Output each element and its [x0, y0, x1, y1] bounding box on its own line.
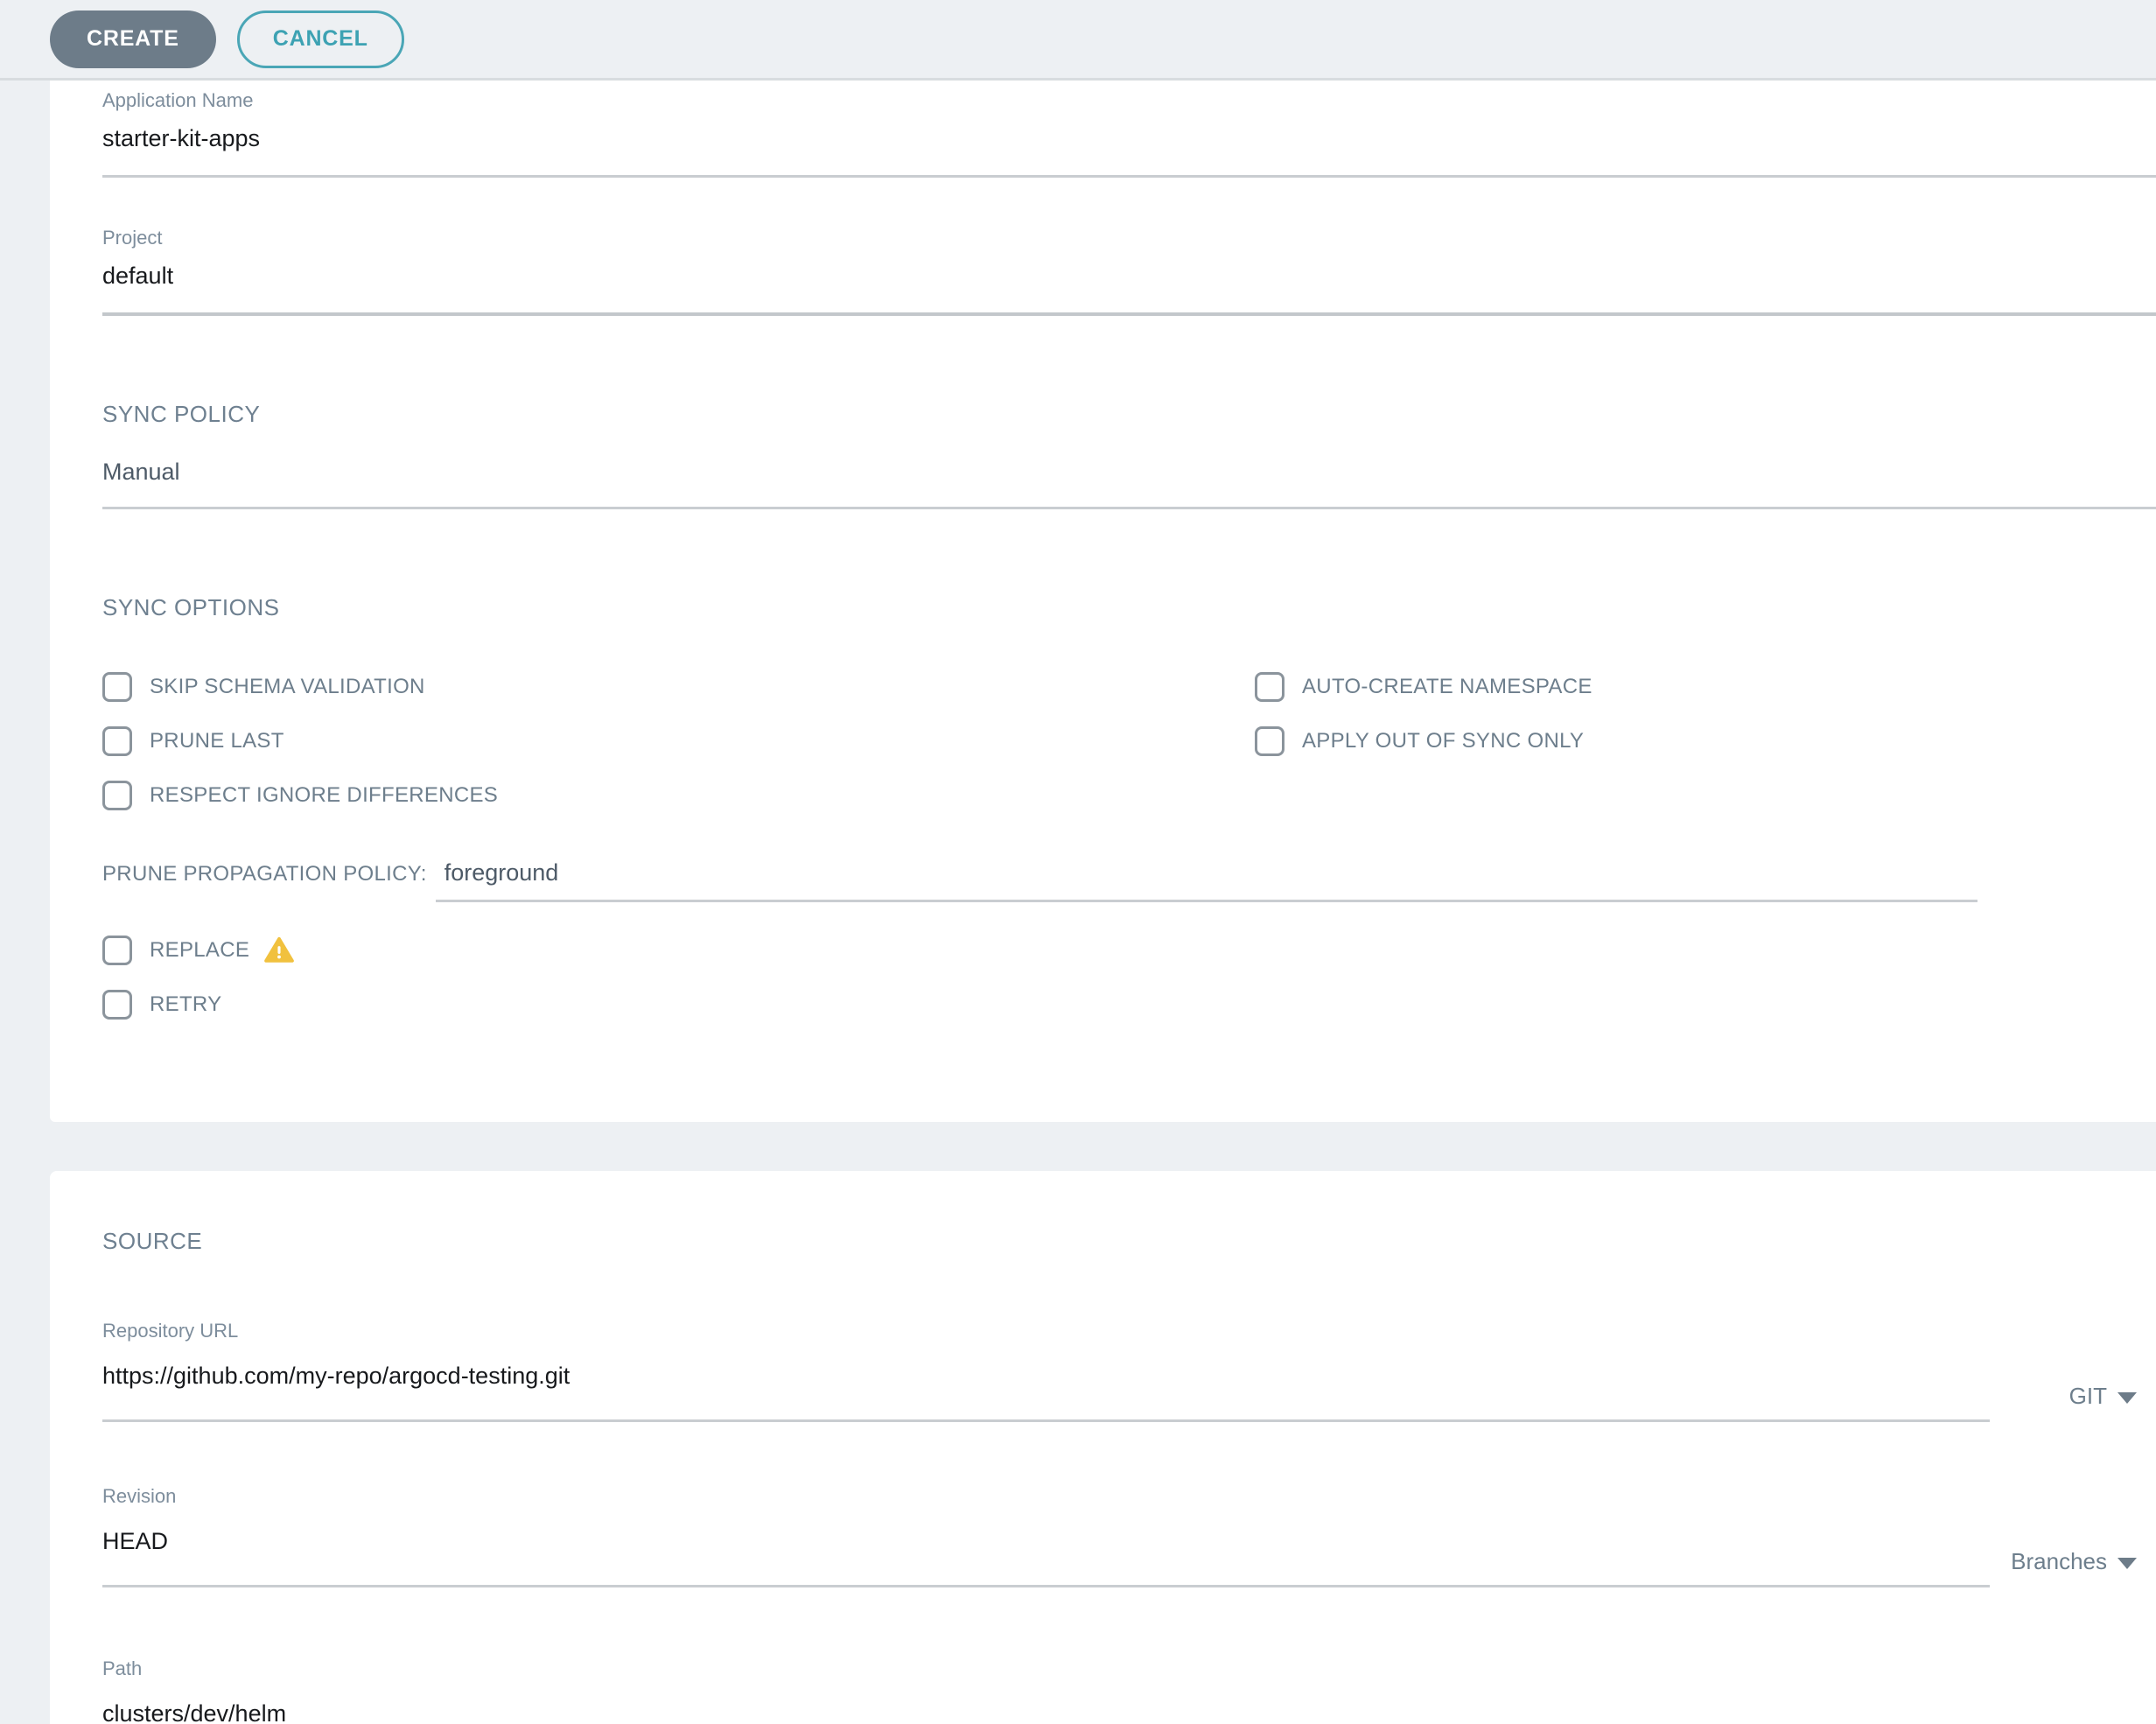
prune-propagation-policy-select[interactable]: foreground: [436, 859, 1978, 902]
revision-type-selector[interactable]: Branches: [1990, 1485, 2156, 1587]
path-label: Path: [102, 1657, 2156, 1680]
prune-propagation-policy-field: PRUNE PROPAGATION POLICY: foreground: [102, 859, 1978, 902]
skip-schema-validation-label: SKIP SCHEMA VALIDATION: [150, 675, 425, 699]
retry-label: RETRY: [150, 992, 221, 1017]
prune-propagation-policy-value: foreground: [444, 859, 559, 886]
source-section-card: SOURCE Repository URL GIT Revision Branc…: [50, 1171, 2156, 1724]
general-section-card: Application Name Project SYNC POLICY Man…: [50, 81, 2156, 1122]
sync-option-row: PRUNE LAST: [102, 714, 1255, 768]
prune-propagation-policy-label: PRUNE PROPAGATION POLICY:: [102, 859, 427, 887]
sync-option-row: RESPECT IGNORE DIFFERENCES: [102, 768, 1255, 823]
path-field: Path: [102, 1657, 2156, 1724]
apply-out-of-sync-only-checkbox[interactable]: [1255, 726, 1284, 756]
source-heading: SOURCE: [102, 1227, 2156, 1255]
application-name-field: Application Name: [102, 89, 2156, 178]
sync-policy-select[interactable]: Manual: [102, 458, 2156, 509]
revision-label: Revision: [102, 1485, 1990, 1508]
sync-option-row: AUTO-CREATE NAMESPACE: [1255, 660, 1592, 714]
project-input[interactable]: [102, 262, 2156, 316]
repository-url-label: Repository URL: [102, 1320, 1990, 1342]
path-input[interactable]: [102, 1699, 2156, 1724]
repository-url-input[interactable]: [102, 1362, 1990, 1422]
sync-options-extra: REPLACE RETRY: [102, 923, 2156, 1032]
project-label: Project: [102, 227, 2156, 249]
revision-input[interactable]: [102, 1527, 1990, 1587]
sync-options-checkboxes: SKIP SCHEMA VALIDATION PRUNE LAST RESPEC…: [102, 660, 2156, 823]
repository-url-field: Repository URL GIT: [102, 1320, 2156, 1422]
auto-create-namespace-label: AUTO-CREATE NAMESPACE: [1302, 675, 1592, 699]
sync-option-row: SKIP SCHEMA VALIDATION: [102, 660, 1255, 714]
project-field: Project: [102, 227, 2156, 316]
revision-field: Revision Branches: [102, 1485, 2156, 1587]
skip-schema-validation-checkbox[interactable]: [102, 672, 132, 702]
sync-options-left-column: SKIP SCHEMA VALIDATION PRUNE LAST RESPEC…: [102, 660, 1255, 823]
create-button[interactable]: CREATE: [50, 11, 216, 68]
repo-type-selector[interactable]: GIT: [1990, 1320, 2156, 1422]
sync-option-row: REPLACE: [102, 923, 2156, 978]
cancel-button[interactable]: CANCEL: [237, 11, 404, 68]
sync-policy-heading: SYNC POLICY: [102, 400, 2156, 428]
revision-type-selector-value: Branches: [2011, 1548, 2107, 1575]
prune-last-checkbox[interactable]: [102, 726, 132, 756]
chevron-down-icon: [2118, 1392, 2137, 1404]
prune-last-label: PRUNE LAST: [150, 729, 284, 753]
repo-type-selector-value: GIT: [2069, 1383, 2107, 1410]
sync-option-row: APPLY OUT OF SYNC ONLY: [1255, 714, 1592, 768]
replace-checkbox[interactable]: [102, 936, 132, 965]
retry-checkbox[interactable]: [102, 990, 132, 1020]
action-toolbar: CREATE CANCEL: [0, 0, 2156, 81]
sync-option-row: RETRY: [102, 978, 2156, 1032]
replace-label: REPLACE: [150, 938, 249, 963]
respect-ignore-differences-checkbox[interactable]: [102, 781, 132, 810]
auto-create-namespace-checkbox[interactable]: [1255, 672, 1284, 702]
sync-options-right-column: AUTO-CREATE NAMESPACE APPLY OUT OF SYNC …: [1255, 660, 1592, 823]
warning-icon[interactable]: [263, 936, 295, 965]
respect-ignore-differences-label: RESPECT IGNORE DIFFERENCES: [150, 783, 498, 808]
chevron-down-icon: [2118, 1558, 2137, 1569]
application-name-input[interactable]: [102, 124, 2156, 178]
application-name-label: Application Name: [102, 89, 2156, 112]
sync-options-heading: SYNC OPTIONS: [102, 593, 2156, 621]
apply-out-of-sync-only-label: APPLY OUT OF SYNC ONLY: [1302, 729, 1584, 753]
